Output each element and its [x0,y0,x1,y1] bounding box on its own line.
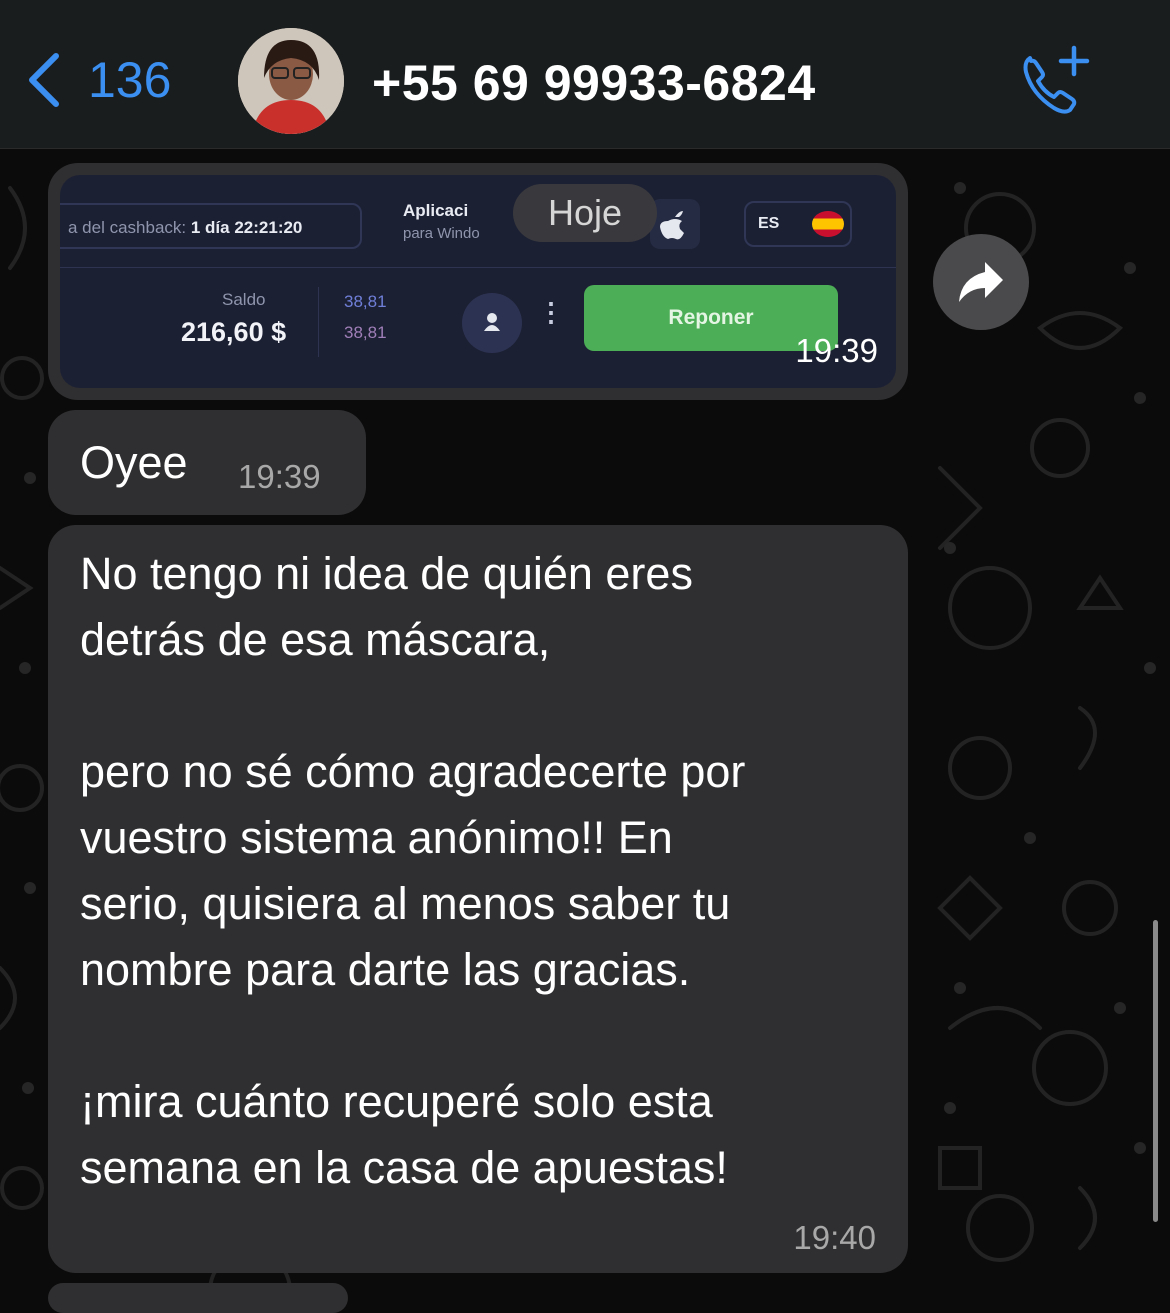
mini-value-1: 38,81 [344,292,387,311]
cashback-timer: a del cashback: 1 día 22:21:20 [60,203,362,249]
balance-value: 216,60 $ [181,317,287,347]
message-time: 19:40 [793,1219,876,1256]
divider [60,267,896,268]
contact-name[interactable]: +55 69 99933-6824 [372,54,816,112]
divider [318,287,319,357]
text-message[interactable]: No tengo ni idea de quién eres detrás de… [48,525,908,1273]
balance-label: Saldo [222,290,266,309]
user-icon [462,293,522,353]
more-icon: ⋮ [538,297,564,327]
scrollbar[interactable] [1153,920,1158,1222]
unread-count: 136 [88,52,172,108]
apple-icon [650,199,700,249]
image-message[interactable]: a del cashback: 1 día 22:21:20 Aplicaci … [48,163,908,400]
partial-message [48,1283,348,1313]
add-call-icon[interactable] [1018,44,1092,114]
date-chip: Hoje [513,184,657,242]
chat-header: 136 +55 69 99933-6824 [0,0,1170,149]
text-message[interactable]: Oyee 19:39 [48,410,366,515]
forward-arrow-icon [959,262,1003,302]
app-subtitle: para Windo [403,225,480,242]
spain-flag-icon [812,211,844,237]
back-button[interactable]: 136 [22,50,171,110]
message-text: No tengo ni idea de quién eres detrás de… [80,548,746,1193]
app-title: Aplicaci [403,201,469,220]
message-text: Oyee [80,437,188,488]
contact-avatar[interactable] [238,28,344,134]
chevron-left-icon [29,53,59,107]
forward-button[interactable] [933,234,1029,330]
mini-value-2: 38,81 [344,323,387,342]
message-time: 19:39 [795,332,878,369]
shared-screenshot-image[interactable]: a del cashback: 1 día 22:21:20 Aplicaci … [60,175,896,388]
message-time: 19:39 [238,458,321,495]
